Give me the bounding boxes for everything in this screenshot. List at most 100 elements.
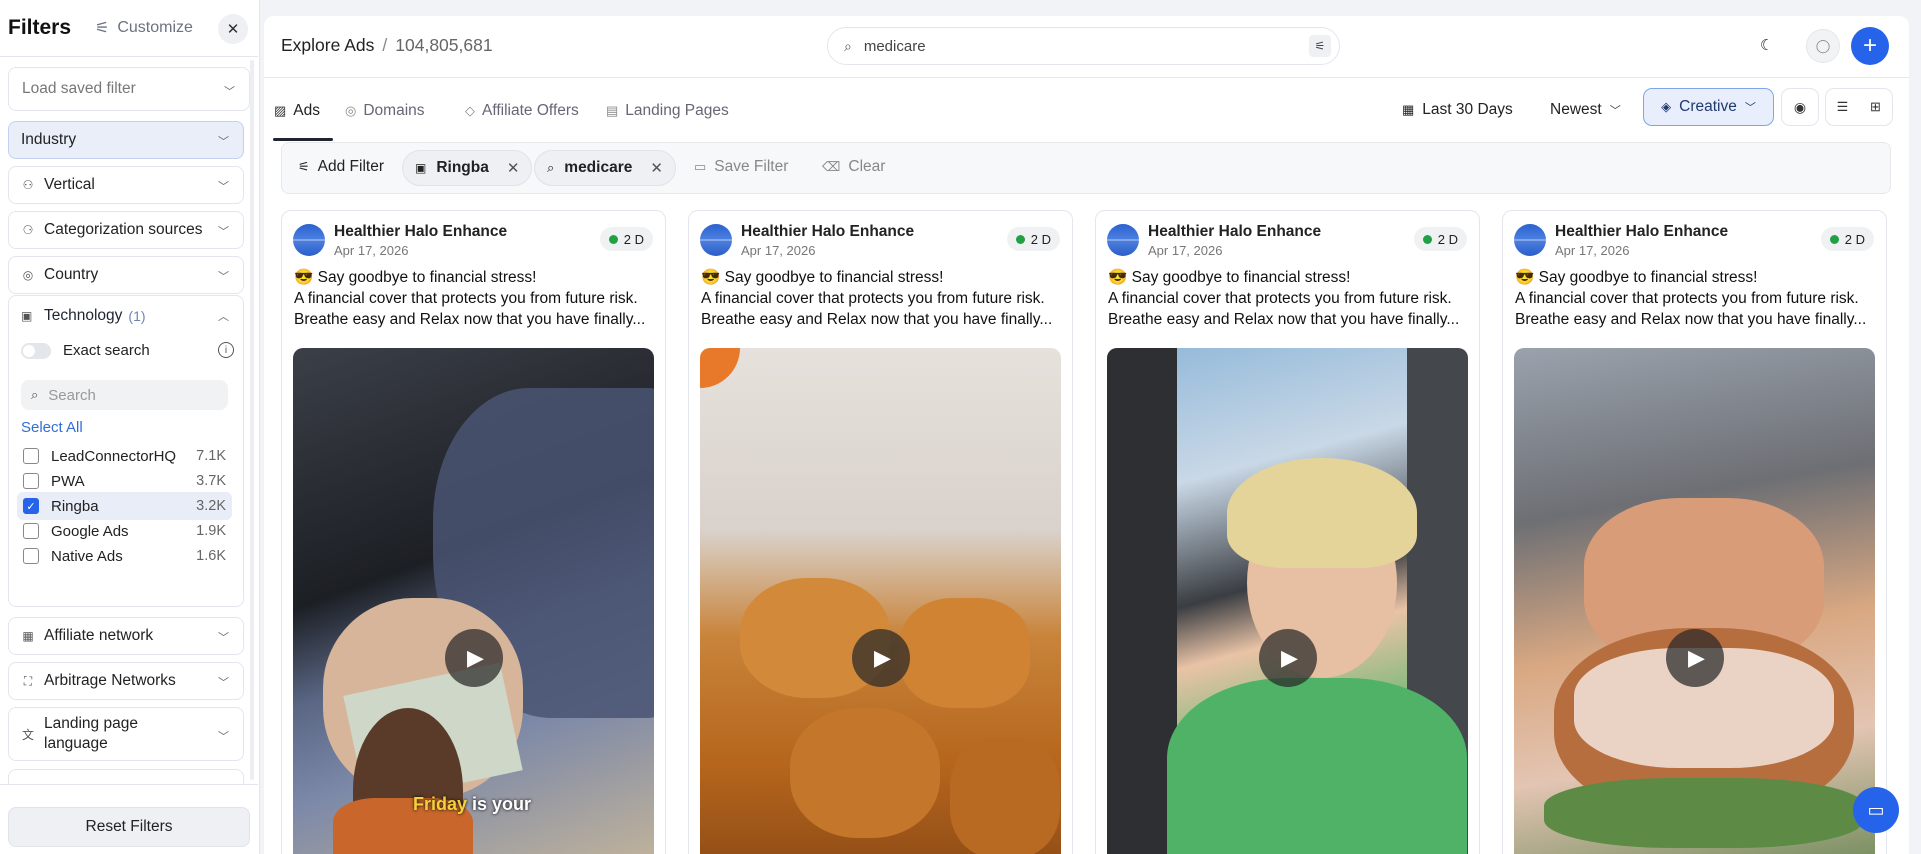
filter-section-partial[interactable] <box>8 769 244 784</box>
play-icon[interactable]: ▶ <box>1258 629 1317 687</box>
customize-button[interactable]: ⚟ Customize <box>95 18 193 38</box>
info-icon[interactable]: i <box>218 342 234 358</box>
close-sidebar-button[interactable]: ✕ <box>218 14 248 44</box>
save-filter-label: Save Filter <box>714 158 789 175</box>
remove-chip-icon[interactable]: ✕ <box>650 159 663 177</box>
date-range-button[interactable]: ▦ Last 30 Days <box>1402 101 1513 119</box>
checkbox[interactable] <box>23 448 39 464</box>
add-filter-button[interactable]: ⚟ Add Filter <box>298 158 384 176</box>
preview-toggle-button[interactable]: ◉ <box>1781 88 1819 126</box>
play-icon[interactable]: ▶ <box>444 629 503 687</box>
technology-option[interactable]: Google Ads 1.9K <box>17 517 232 545</box>
ad-video-thumbnail[interactable]: Friday is your ▶ <box>293 348 654 854</box>
filter-section-affiliate-network[interactable]: ▦ Affiliate network ﹀ <box>8 617 244 655</box>
breadcrumb-title[interactable]: Explore Ads <box>281 35 374 55</box>
technology-search-input[interactable]: ⌕ Search <box>21 380 228 410</box>
image-icon: ▨ <box>274 103 287 118</box>
search-input[interactable]: ⌕ medicare ⚟ <box>827 27 1340 65</box>
ad-video-thumbnail[interactable]: ▶ <box>1107 348 1468 854</box>
advertiser-name[interactable]: Healthier Halo Enhance <box>1148 223 1321 241</box>
tab-affiliate-offers[interactable]: ◇ Affiliate Offers <box>465 101 579 121</box>
filter-section-country[interactable]: ◎ Country ﹀ <box>8 256 244 294</box>
checkbox-checked[interactable]: ✓ <box>23 498 39 514</box>
nugget-shape <box>950 738 1060 854</box>
ad-copy-line: Breathe easy and Relax now that you have… <box>1515 311 1867 328</box>
network-icon: ▦ <box>22 629 34 643</box>
sidebar-scrollbar[interactable] <box>250 60 254 780</box>
filter-section-landing-language[interactable]: 文 Landing page language ﹀ <box>8 707 244 761</box>
main-panel: Explore Ads / 104,805,681 ⌕ medicare ⚟ ☾ ◯… <box>264 16 1909 854</box>
ad-copy-line: 😎 Say goodbye to financial stress! <box>1108 269 1351 286</box>
nugget-shape <box>900 598 1030 708</box>
status-badge: 2 D <box>599 227 653 251</box>
option-count: 1.9K <box>196 523 226 539</box>
ad-video-thumbnail[interactable]: ▶ <box>1514 348 1875 854</box>
ad-copy-line: A financial cover that protects you from… <box>1108 290 1452 307</box>
technology-option[interactable]: Native Ads 1.6K <box>17 542 232 570</box>
view-mode-select[interactable]: ◈ Creative ﹀ <box>1643 88 1774 126</box>
section-label-line1: Landing page <box>44 715 138 732</box>
filters-sidebar: Filters ⚟ Customize ✕ Load saved filter … <box>0 0 260 854</box>
play-icon[interactable]: ▶ <box>1665 629 1724 687</box>
chevron-down-icon: ﹀ <box>218 677 229 689</box>
tab-domains[interactable]: ◎ Domains <box>345 101 425 121</box>
list-view-icon[interactable]: ☰ <box>1826 89 1859 125</box>
search-settings-icon[interactable]: ⚟ <box>1309 35 1331 57</box>
sidebar-header: Filters ⚟ Customize ✕ <box>0 0 259 56</box>
ad-date: Apr 17, 2026 <box>1555 243 1630 258</box>
eraser-icon: ⌫ <box>822 159 841 174</box>
chevron-down-icon: ﹀ <box>224 86 235 98</box>
grid-view-icon[interactable]: ⊞ <box>1859 89 1892 125</box>
user-avatar-button[interactable]: ◯ <box>1806 29 1840 63</box>
advertiser-name[interactable]: Healthier Halo Enhance <box>1555 223 1728 241</box>
sidebar-scroll-area[interactable]: Load saved filter ﹀ Industry ﹀ ⚇ Vertica… <box>0 56 258 784</box>
ad-card[interactable]: Healthier Halo Enhance Apr 17, 2026 2 D … <box>281 210 666 854</box>
advertiser-name[interactable]: Healthier Halo Enhance <box>741 223 914 241</box>
section-label: Categorization sources <box>44 221 203 238</box>
technology-option[interactable]: PWA 3.7K <box>17 467 232 495</box>
sidebar-title: Filters <box>8 16 72 39</box>
filter-section-vertical[interactable]: ⚇ Vertical ﹀ <box>8 166 244 204</box>
tab-ads[interactable]: ▨ Ads <box>274 101 320 121</box>
checkbox[interactable] <box>23 523 39 539</box>
search-value: medicare <box>863 37 926 55</box>
reset-filters-button[interactable]: Reset Filters <box>8 807 250 847</box>
chevron-down-icon: ﹀ <box>218 226 229 238</box>
exact-search-toggle[interactable] <box>21 342 51 359</box>
advertiser-name[interactable]: Healthier Halo Enhance <box>334 223 507 241</box>
chevron-down-icon: ﹀ <box>1744 102 1756 114</box>
technology-header[interactable]: ▣ Technology (1) ︿ <box>9 296 243 336</box>
thumbnail-shape <box>700 348 740 388</box>
remove-chip-icon[interactable]: ✕ <box>507 159 520 177</box>
filter-chip-technology[interactable]: ▣ Ringba ✕ <box>402 150 533 186</box>
sort-select[interactable]: Newest ﹀ <box>1550 101 1621 119</box>
technology-option[interactable]: LeadConnectorHQ 7.1K <box>17 442 232 470</box>
ad-card[interactable]: Healthier Halo Enhance Apr 17, 2026 2 D … <box>1502 210 1887 854</box>
checkbox[interactable] <box>23 548 39 564</box>
ad-card[interactable]: Healthier Halo Enhance Apr 17, 2026 2 D … <box>688 210 1073 854</box>
chip-label: medicare <box>564 159 633 176</box>
filter-chip-keyword[interactable]: ⌕ medicare ✕ <box>534 150 676 186</box>
checkbox[interactable] <box>23 473 39 489</box>
ad-card[interactable]: Healthier Halo Enhance Apr 17, 2026 2 D … <box>1095 210 1480 854</box>
tab-label: Affiliate Offers <box>482 102 579 119</box>
ad-video-thumbnail[interactable]: ▶ <box>700 348 1061 854</box>
clear-button[interactable]: ⌫ Clear <box>822 158 885 176</box>
tab-landing-pages[interactable]: ▤ Landing Pages <box>606 101 729 121</box>
option-label: PWA <box>51 472 85 490</box>
filter-section-arbitrage-networks[interactable]: ⛶ Arbitrage Networks ﹀ <box>8 662 244 700</box>
filter-section-categorization[interactable]: ⚆ Categorization sources ﹀ <box>8 211 244 249</box>
add-filter-label: Add Filter <box>317 158 384 175</box>
page-icon: ▤ <box>606 103 619 118</box>
load-saved-filter-select[interactable]: Load saved filter ﹀ <box>8 67 250 111</box>
dark-mode-icon[interactable]: ☾ <box>1760 36 1773 54</box>
chat-support-button[interactable]: ▭ <box>1853 787 1899 833</box>
select-all-link[interactable]: Select All <box>21 419 83 436</box>
chevron-down-icon: ﹀ <box>218 136 229 148</box>
save-filter-button[interactable]: ▭ Save Filter <box>694 158 788 176</box>
badge-label: 2 D <box>1030 231 1051 247</box>
add-button[interactable]: + <box>1851 27 1889 65</box>
play-icon[interactable]: ▶ <box>851 629 910 687</box>
technology-option[interactable]: ✓ Ringba 3.2K <box>17 492 232 520</box>
filter-section-industry[interactable]: Industry ﹀ <box>8 121 244 159</box>
